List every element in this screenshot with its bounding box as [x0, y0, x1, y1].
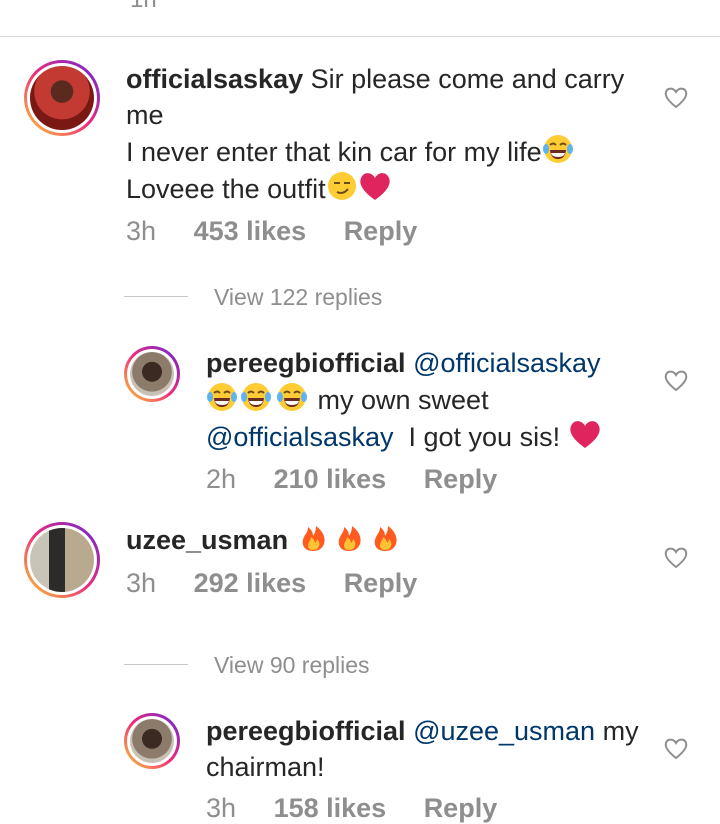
likes-count[interactable]: 453 likes	[194, 216, 307, 247]
previous-comment-meta: 1h	[130, 0, 157, 14]
smirk-emoji	[327, 172, 356, 200]
likes-count[interactable]: 210 likes	[274, 464, 387, 495]
heart-outline-icon[interactable]	[662, 543, 690, 571]
fire-emoji	[374, 526, 397, 551]
avatar[interactable]	[124, 346, 180, 402]
view-replies-line	[124, 664, 188, 665]
tears-of-joy-emoji	[542, 135, 573, 163]
timestamp: 3h	[126, 568, 157, 598]
comment-meta: 3h 453 likes Reply	[126, 216, 417, 247]
avatar[interactable]	[24, 60, 100, 136]
comment-text: pereegbiofficial @officialsaskay my own …	[206, 345, 646, 455]
mention-link[interactable]: @uzee_usman	[413, 716, 595, 746]
view-replies-link[interactable]: View 122 replies	[214, 284, 382, 311]
comment-line: my own sweet	[317, 385, 489, 415]
mention-link[interactable]: @officialsaskay	[413, 348, 600, 378]
fire-emoji	[338, 526, 361, 551]
tears-of-joy-emoji	[277, 383, 307, 411]
reply-button[interactable]: Reply	[344, 568, 418, 599]
red-heart-emoji	[569, 421, 600, 448]
username[interactable]: pereegbiofficial	[206, 348, 406, 378]
avatar[interactable]	[124, 713, 180, 769]
reply-button[interactable]: Reply	[344, 216, 418, 247]
mention-link[interactable]: @officialsaskay	[206, 422, 393, 452]
username[interactable]: officialsaskay	[126, 64, 303, 94]
username[interactable]: uzee_usman	[126, 525, 288, 555]
comment-text: pereegbiofficial @uzee_usman my chairman…	[206, 713, 646, 785]
heart-outline-icon[interactable]	[662, 83, 690, 111]
timestamp: 3h	[126, 216, 157, 246]
comment-text: uzee_usman	[126, 521, 646, 558]
view-replies-line	[124, 296, 188, 297]
comment-text: officialsaskay Sir please come and carry…	[126, 61, 646, 207]
fire-emoji	[302, 526, 325, 551]
username[interactable]: pereegbiofficial	[206, 716, 406, 746]
heart-outline-icon[interactable]	[662, 366, 690, 394]
comment-line: I never enter that kin car for my life	[126, 137, 542, 167]
comment-line: I got you sis!	[408, 422, 561, 452]
comment-line: Loveee the outfit	[126, 174, 326, 204]
view-replies-link[interactable]: View 90 replies	[214, 652, 370, 679]
comment-meta: 3h 292 likes Reply	[126, 568, 417, 599]
comment-meta: 2h 210 likes Reply	[206, 464, 497, 495]
red-heart-emoji	[359, 173, 390, 200]
timestamp: 2h	[206, 464, 237, 494]
reply-button[interactable]: Reply	[424, 464, 498, 495]
avatar[interactable]	[24, 522, 100, 598]
likes-count[interactable]: 292 likes	[194, 568, 307, 599]
heart-outline-icon[interactable]	[662, 734, 690, 762]
tears-of-joy-emoji	[207, 383, 237, 411]
tears-of-joy-emoji	[241, 383, 271, 411]
section-divider	[0, 36, 720, 37]
